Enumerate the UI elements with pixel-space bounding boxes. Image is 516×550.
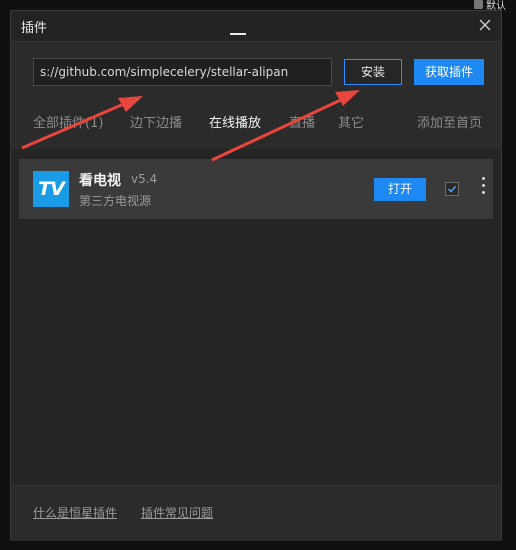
dialog-title: 插件 bbox=[21, 21, 48, 36]
tab-all-plugins[interactable]: 全部插件(1) bbox=[33, 112, 103, 131]
active-tab-indicator bbox=[230, 33, 246, 35]
plugin-version: v5.4 bbox=[131, 172, 158, 186]
tab-other[interactable]: 其它 bbox=[338, 112, 364, 131]
open-plugin-button[interactable]: 打开 bbox=[374, 178, 426, 201]
checkmark-icon bbox=[447, 185, 457, 193]
background-window-corner: 默认 bbox=[470, 0, 516, 12]
get-plugins-button[interactable]: 获取插件 bbox=[414, 59, 484, 85]
tv-logo-icon: TV bbox=[33, 171, 69, 207]
more-options-icon[interactable] bbox=[479, 177, 487, 201]
plugin-item[interactable]: TV 看电视 v5.4 第三方电视源 打开 bbox=[19, 159, 493, 219]
tab-online-play[interactable]: 在线播放 bbox=[209, 112, 261, 131]
what-is-plugin-link[interactable]: 什么是恒星插件 bbox=[33, 504, 117, 521]
window-icon bbox=[474, 0, 483, 9]
plugin-faq-link[interactable]: 插件常见问题 bbox=[141, 504, 213, 521]
plugin-url-input[interactable]: s://github.com/simplecelery/stellar-alip… bbox=[33, 58, 332, 86]
plugin-name: 看电视 bbox=[79, 173, 121, 189]
plugin-list: TV 看电视 v5.4 第三方电视源 打开 bbox=[11, 149, 501, 485]
install-button[interactable]: 安装 bbox=[344, 59, 402, 85]
dialog-footer: 什么是恒星插件 插件常见问题 bbox=[11, 485, 501, 541]
close-icon[interactable] bbox=[475, 15, 495, 35]
plugin-description: 第三方电视源 bbox=[79, 194, 152, 208]
plugin-enabled-checkbox[interactable] bbox=[445, 182, 459, 196]
tab-live[interactable]: 直播 bbox=[289, 112, 315, 131]
plugin-dialog: 插件 s://github.com/simplecelery/stellar-a… bbox=[10, 10, 502, 541]
add-to-home-button[interactable]: 添加至首页 bbox=[417, 112, 482, 131]
tab-download-play[interactable]: 边下边播 bbox=[130, 112, 182, 131]
dialog-titlebar: 插件 bbox=[11, 11, 501, 42]
